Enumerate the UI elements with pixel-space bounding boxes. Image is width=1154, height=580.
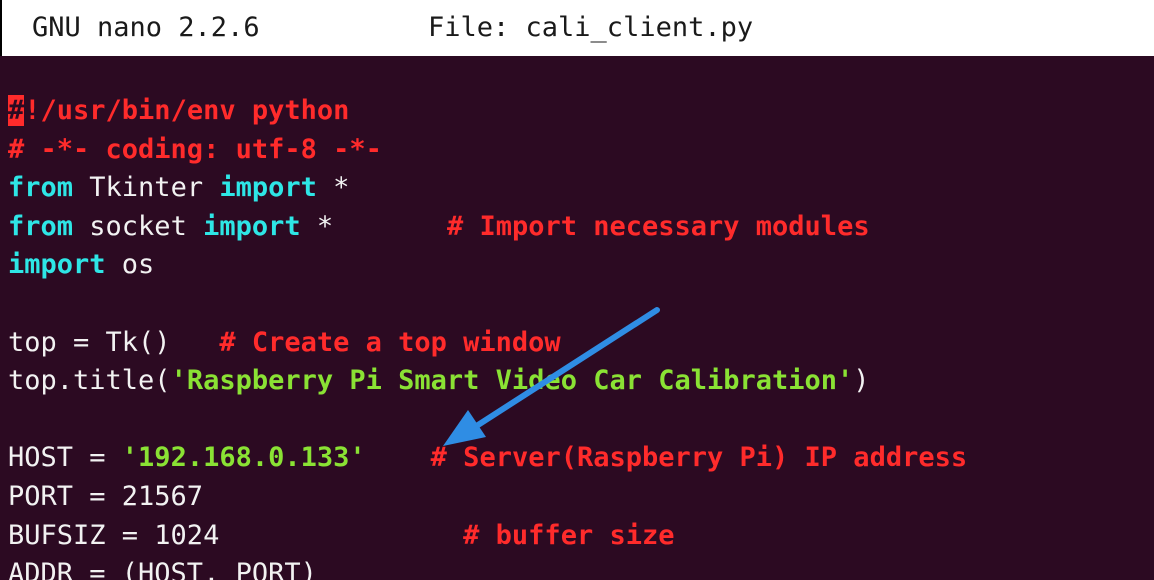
code-line[interactable]: from socket import * # Import necessary … — [8, 208, 1154, 247]
code-token-kw: import — [203, 210, 301, 242]
code-token-kw: import — [219, 172, 317, 204]
code-token-plain: ADDR = (HOST, PORT) — [8, 558, 317, 580]
code-token-comment: # buffer size — [463, 519, 675, 551]
code-token-kw: from — [8, 210, 74, 242]
code-token-plain: socket — [73, 210, 204, 242]
code-line[interactable]: #!/usr/bin/env python — [8, 92, 1154, 131]
code-token-plain: os — [105, 249, 155, 281]
code-token-plain: PORT = 21567 — [8, 480, 204, 512]
app-name-label: GNU nano 2.2.6 — [32, 12, 260, 43]
code-token-kw: import — [8, 249, 106, 281]
file-name-label: File: cali_client.py — [428, 12, 754, 43]
code-line[interactable]: top.title('Raspberry Pi Smart Video Car … — [8, 362, 1154, 401]
code-line[interactable]: HOST = '192.168.0.133' # Server(Raspberr… — [8, 439, 1154, 478]
code-token-plain: top.title( — [8, 365, 171, 397]
code-line-blank[interactable] — [8, 285, 1154, 324]
nano-terminal-window: GNU nano 2.2.6 File: cali_client.py #!/u… — [0, 0, 1154, 580]
code-line[interactable]: PORT = 21567 — [8, 478, 1154, 517]
code-line[interactable]: ADDR = (HOST, PORT) — [8, 555, 1154, 580]
code-token-comment: # Import necessary modules — [446, 210, 870, 242]
code-token-string: 'Raspberry Pi Smart Video Car Calibratio… — [170, 365, 854, 397]
code-token-shebang: !/usr/bin/env python — [24, 95, 350, 126]
code-editor-area[interactable]: #!/usr/bin/env python # -*- coding: utf-8… — [8, 92, 1154, 580]
code-token-plain: top = Tk() — [8, 326, 220, 358]
code-token-comment: # Create a top window — [219, 326, 561, 358]
code-token-string: '192.168.0.133' — [121, 442, 366, 474]
code-token-comment: # Server(Raspberry Pi) IP address — [430, 442, 968, 474]
code-line[interactable]: from Tkinter import * — [8, 169, 1154, 208]
code-token-kw: from — [8, 172, 74, 204]
code-token-plain: BUFSIZ = 1024 — [8, 519, 464, 551]
code-line-blank[interactable] — [8, 401, 1154, 440]
code-token-plain: Tkinter — [73, 172, 220, 204]
text-cursor: # — [8, 95, 25, 126]
code-line[interactable]: BUFSIZ = 1024 # buffer size — [8, 517, 1154, 556]
code-token-comment: # -*- coding: utf-8 -*- — [8, 133, 382, 165]
nano-title-bar: GNU nano 2.2.6 File: cali_client.py — [0, 0, 1154, 56]
code-token-plain: HOST = — [8, 442, 122, 474]
code-line[interactable]: # -*- coding: utf-8 -*- — [8, 131, 1154, 170]
code-line[interactable]: import os — [8, 246, 1154, 285]
code-token-plain: * — [316, 172, 350, 204]
code-token-plain: ) — [853, 365, 870, 397]
code-line[interactable]: top = Tk() # Create a top window — [8, 324, 1154, 363]
code-token-plain: * — [300, 210, 447, 242]
